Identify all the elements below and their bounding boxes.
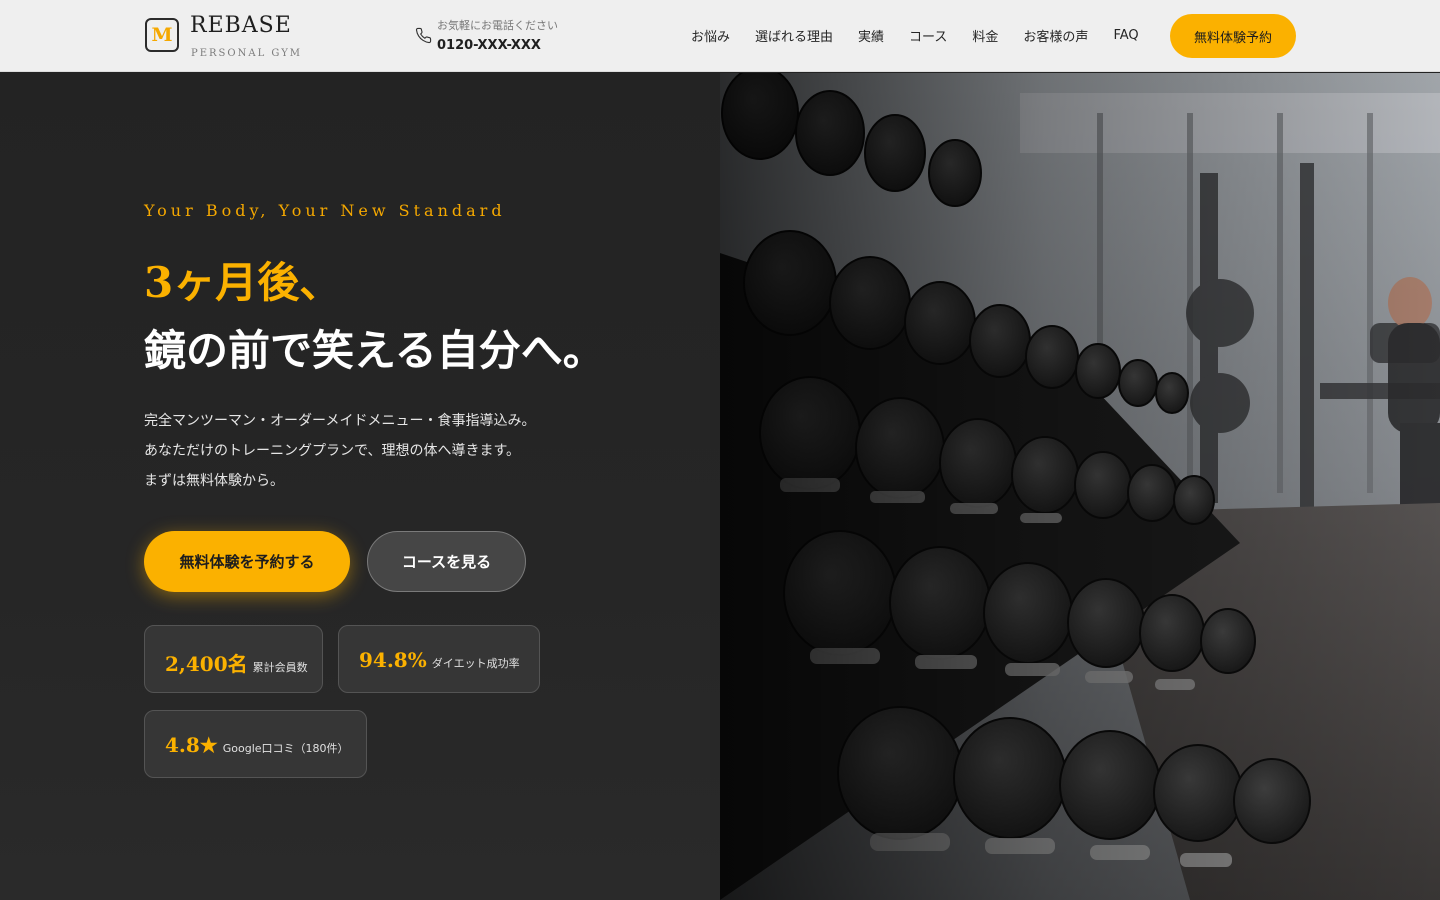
- hero-headline-line1: 3ヶ月後、: [144, 258, 342, 307]
- nav-item-results[interactable]: 実績: [858, 26, 884, 45]
- stat-card-members: 2,400名 累計会員数: [144, 625, 323, 693]
- stat-card-reviews: 4.8★ Google口コミ（180件）: [144, 710, 367, 778]
- main-nav: お悩み 選ばれる理由 実績 コース 料金 お客様の声 FAQ: [691, 26, 1164, 45]
- site-header: M REBASE PERSONAL GYM お気軽にお電話ください 0120-X…: [0, 0, 1440, 72]
- nav-item-faq[interactable]: FAQ: [1113, 28, 1138, 43]
- stat-card-success-rate: 94.8% ダイエット成功率: [338, 625, 540, 693]
- stat-value: 94.8%: [359, 648, 427, 672]
- hero-lead-line: あなただけのトレーニングプランで、理想の体へ導きます。: [144, 443, 521, 459]
- nav-item-worries[interactable]: お悩み: [691, 26, 730, 45]
- phone-note: お気軽にお電話ください: [437, 19, 558, 32]
- nav-item-course[interactable]: コース: [909, 26, 947, 45]
- hero-lead-line: 完全マンツーマン・オーダーメイドメニュー・食事指導込み。: [144, 413, 536, 429]
- hero-lead-line: まずは無料体験から。: [144, 473, 284, 489]
- stat-label: Google口コミ（180件）: [222, 742, 349, 755]
- hero-lead: 完全マンツーマン・オーダーメイドメニュー・食事指導込み。 あなただけのトレーニン…: [144, 406, 535, 496]
- stat-value: 2,400名: [165, 652, 248, 676]
- reserve-trial-button[interactable]: 無料体験を予約する: [144, 531, 350, 592]
- phone-icon: [415, 27, 432, 44]
- brand-subtitle: PERSONAL GYM: [191, 48, 303, 59]
- hero-copy: Your Body, Your New Standard 3ヶ月後、 鏡の前で笑…: [0, 73, 720, 900]
- dumbbell-rack-photo: [720, 73, 1440, 900]
- nav-item-reasons[interactable]: 選ばれる理由: [755, 26, 833, 45]
- hero-tagline: Your Body, Your New Standard: [144, 201, 506, 220]
- nav-item-voices[interactable]: お客様の声: [1023, 26, 1088, 45]
- stat-label: 累計会員数: [252, 661, 308, 674]
- phone-number-link[interactable]: 0120-XXX-XXX: [437, 38, 541, 53]
- header-trial-button[interactable]: 無料体験予約: [1170, 14, 1296, 58]
- logo-mark-icon[interactable]: M: [145, 18, 179, 52]
- stat-label: ダイエット成功率: [431, 657, 520, 670]
- nav-item-price[interactable]: 料金: [972, 26, 998, 45]
- brand-name[interactable]: REBASE: [190, 13, 292, 38]
- hero-headline-line2: 鏡の前で笑える自分へ。: [144, 326, 605, 375]
- stat-value: 4.8★: [165, 733, 218, 757]
- gym-hero-photo: [720, 73, 1440, 900]
- view-course-button[interactable]: コースを見る: [367, 531, 526, 592]
